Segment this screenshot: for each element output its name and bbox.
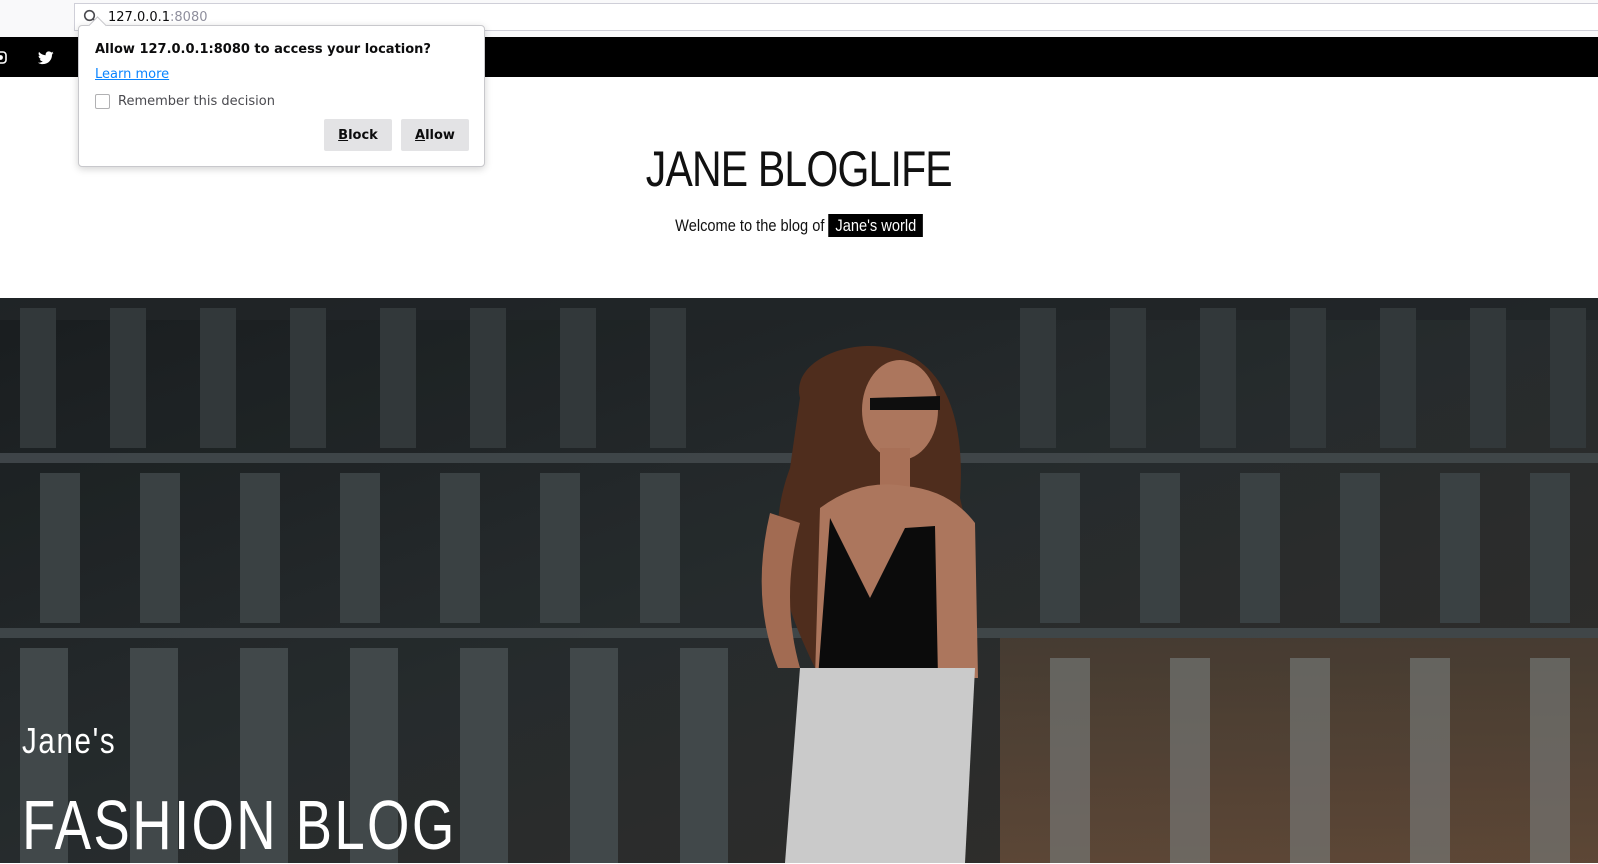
tagline-prefix: Welcome to the blog of [675,216,825,235]
allow-label-rest: llow [425,127,455,143]
hero-title: FASHION BLOG [22,786,457,864]
remember-label: Remember this decision [118,94,275,109]
hero-banner [0,298,1598,863]
hero-photo [0,298,1598,863]
instagram-icon[interactable] [0,51,7,64]
tagline-highlight: Jane's world [828,214,923,237]
block-label-rest: lock [348,127,378,143]
allow-button[interactable]: Allow [401,119,469,151]
hero-kicker: Jane's [22,720,117,761]
site-tagline: Welcome to the blog of Jane's world [0,214,1598,237]
url-port: :8080 [170,9,208,25]
twitter-icon[interactable] [38,51,54,65]
remember-checkbox[interactable] [95,94,110,109]
remember-decision[interactable]: Remember this decision [95,94,275,109]
block-button[interactable]: Block [324,119,392,151]
url-text: 127.0.0.1:8080 [108,10,208,25]
block-accesskey: B [338,127,349,143]
learn-more-link[interactable]: Learn more [95,67,169,82]
location-permission-popup: Allow 127.0.0.1:8080 to access your loca… [78,16,485,167]
url-host: 127.0.0.1 [108,9,171,25]
allow-accesskey: A [415,127,426,143]
permission-message: Allow 127.0.0.1:8080 to access your loca… [95,42,431,57]
